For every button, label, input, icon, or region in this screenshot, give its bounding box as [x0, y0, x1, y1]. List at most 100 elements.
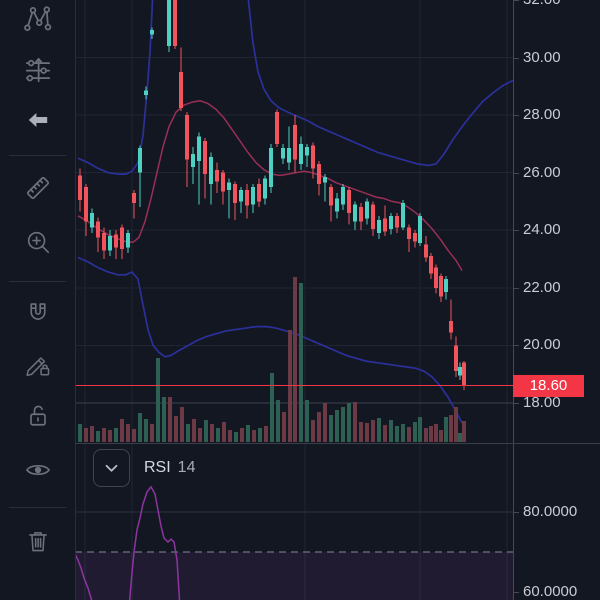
candle-body [311, 145, 315, 169]
volume-bar [258, 428, 262, 442]
magnet-icon [29, 303, 46, 320]
volume-bar [144, 419, 148, 442]
rsi-indicator-label[interactable]: RSI [144, 459, 171, 477]
price-axis[interactable]: 32.0030.0028.0026.0024.0022.0020.0018.00… [513, 0, 600, 600]
candle-body [108, 235, 112, 251]
candle-body [251, 187, 255, 205]
candle-body [191, 153, 195, 167]
volume-bar [359, 422, 363, 442]
volume-bar [353, 402, 357, 442]
volume-bar [413, 422, 417, 442]
candle-body [383, 218, 387, 232]
volume-bar [174, 416, 178, 442]
candle-body [434, 267, 438, 288]
trading-chart-screen: RSI 14 32.00 30.00 28.00 26.00 24.00 22.00 20.… [0, 0, 600, 600]
volume-bar [168, 397, 172, 442]
candle-body [275, 112, 279, 144]
price-tick-label: 80.0000 [514, 503, 577, 521]
candle-body [407, 227, 411, 239]
candle-body [197, 136, 201, 162]
rsi-collapse-button[interactable] [93, 449, 130, 487]
volume-bar [311, 420, 315, 442]
volume-bar [222, 422, 226, 442]
volume-bar [102, 428, 106, 442]
candle-body [102, 233, 106, 251]
candlestick-chart[interactable] [0, 0, 600, 600]
price-tick-label: 26.00 [514, 164, 561, 182]
forecast-icon [25, 57, 50, 83]
volume-bar [429, 426, 433, 442]
candle-body [78, 175, 82, 200]
candle-body [84, 187, 88, 222]
volume-bar [90, 426, 94, 442]
candle-body [449, 320, 453, 333]
volume-bar [454, 407, 458, 442]
pencil-lock-icon [25, 357, 49, 377]
volume-bar [96, 431, 100, 442]
candle-body [377, 220, 381, 234]
volume-bar [282, 412, 286, 442]
candle-body [126, 233, 130, 248]
candle-body [347, 189, 351, 213]
volume-bar [407, 427, 411, 442]
candle-body [341, 187, 345, 205]
zoom-in-tool-button[interactable] [16, 220, 60, 264]
price-tick-label: 30.00 [514, 49, 561, 67]
volume-bar [341, 407, 345, 442]
volume-bar [424, 428, 428, 442]
candle-body [132, 192, 136, 203]
measure-tool-button[interactable] [16, 166, 60, 210]
hide-drawings-tool-button[interactable] [16, 448, 60, 492]
candle-body [429, 256, 433, 274]
price-tick-label: 20.00 [514, 336, 561, 354]
volume-bar [138, 413, 142, 442]
ruler-icon [26, 176, 49, 200]
volume-bar [198, 428, 202, 442]
candle-body [335, 198, 339, 212]
volume-bar [126, 424, 130, 442]
price-tick-label: 60.0000 [514, 583, 577, 600]
price-tick-label: 32.00 [514, 0, 561, 9]
forecast-tool-button[interactable] [16, 48, 60, 92]
candle-body [418, 215, 422, 244]
candle-body [263, 178, 267, 199]
candle-body [293, 125, 297, 160]
volume-bar [132, 429, 136, 442]
candle-body [239, 189, 243, 202]
volume-bar [395, 426, 399, 442]
volume-bar [186, 424, 190, 442]
remove-drawings-tool-button[interactable] [16, 519, 60, 563]
arrow-left-icon [28, 112, 47, 128]
volume-bar [150, 424, 154, 442]
volume-bar [335, 410, 339, 442]
volume-bar [365, 423, 369, 442]
volume-bar [240, 428, 244, 442]
candle-body [227, 182, 231, 190]
candle-body [215, 169, 219, 182]
price-tick-label: 22.00 [514, 279, 561, 297]
chevron-down-icon [105, 464, 118, 472]
unlock-icon [29, 405, 46, 426]
candle-body [120, 227, 124, 249]
arrow-mark-tool-button[interactable] [16, 98, 60, 142]
candle-body [401, 202, 405, 228]
candle-body [305, 146, 309, 156]
price-pane [75, 0, 513, 442]
volume-bar [252, 430, 256, 442]
candle-body [245, 189, 249, 206]
volume-bar [216, 428, 220, 442]
volume-bar [317, 412, 321, 442]
xabcd-pattern-tool-button[interactable] [16, 0, 60, 41]
volume-bar [323, 403, 327, 442]
lock-all-tool-button[interactable] [16, 394, 60, 438]
volume-bar [234, 432, 238, 442]
magnet-tool-button[interactable] [16, 292, 60, 336]
candle-body [203, 140, 207, 175]
candle-body [287, 148, 291, 163]
volume-bar [293, 277, 297, 442]
volume-bar [401, 424, 405, 442]
volume-bar [210, 424, 214, 442]
pane-divider[interactable] [75, 443, 600, 444]
drawing-lock-tool-button[interactable] [16, 343, 60, 387]
candle-body [365, 201, 369, 219]
